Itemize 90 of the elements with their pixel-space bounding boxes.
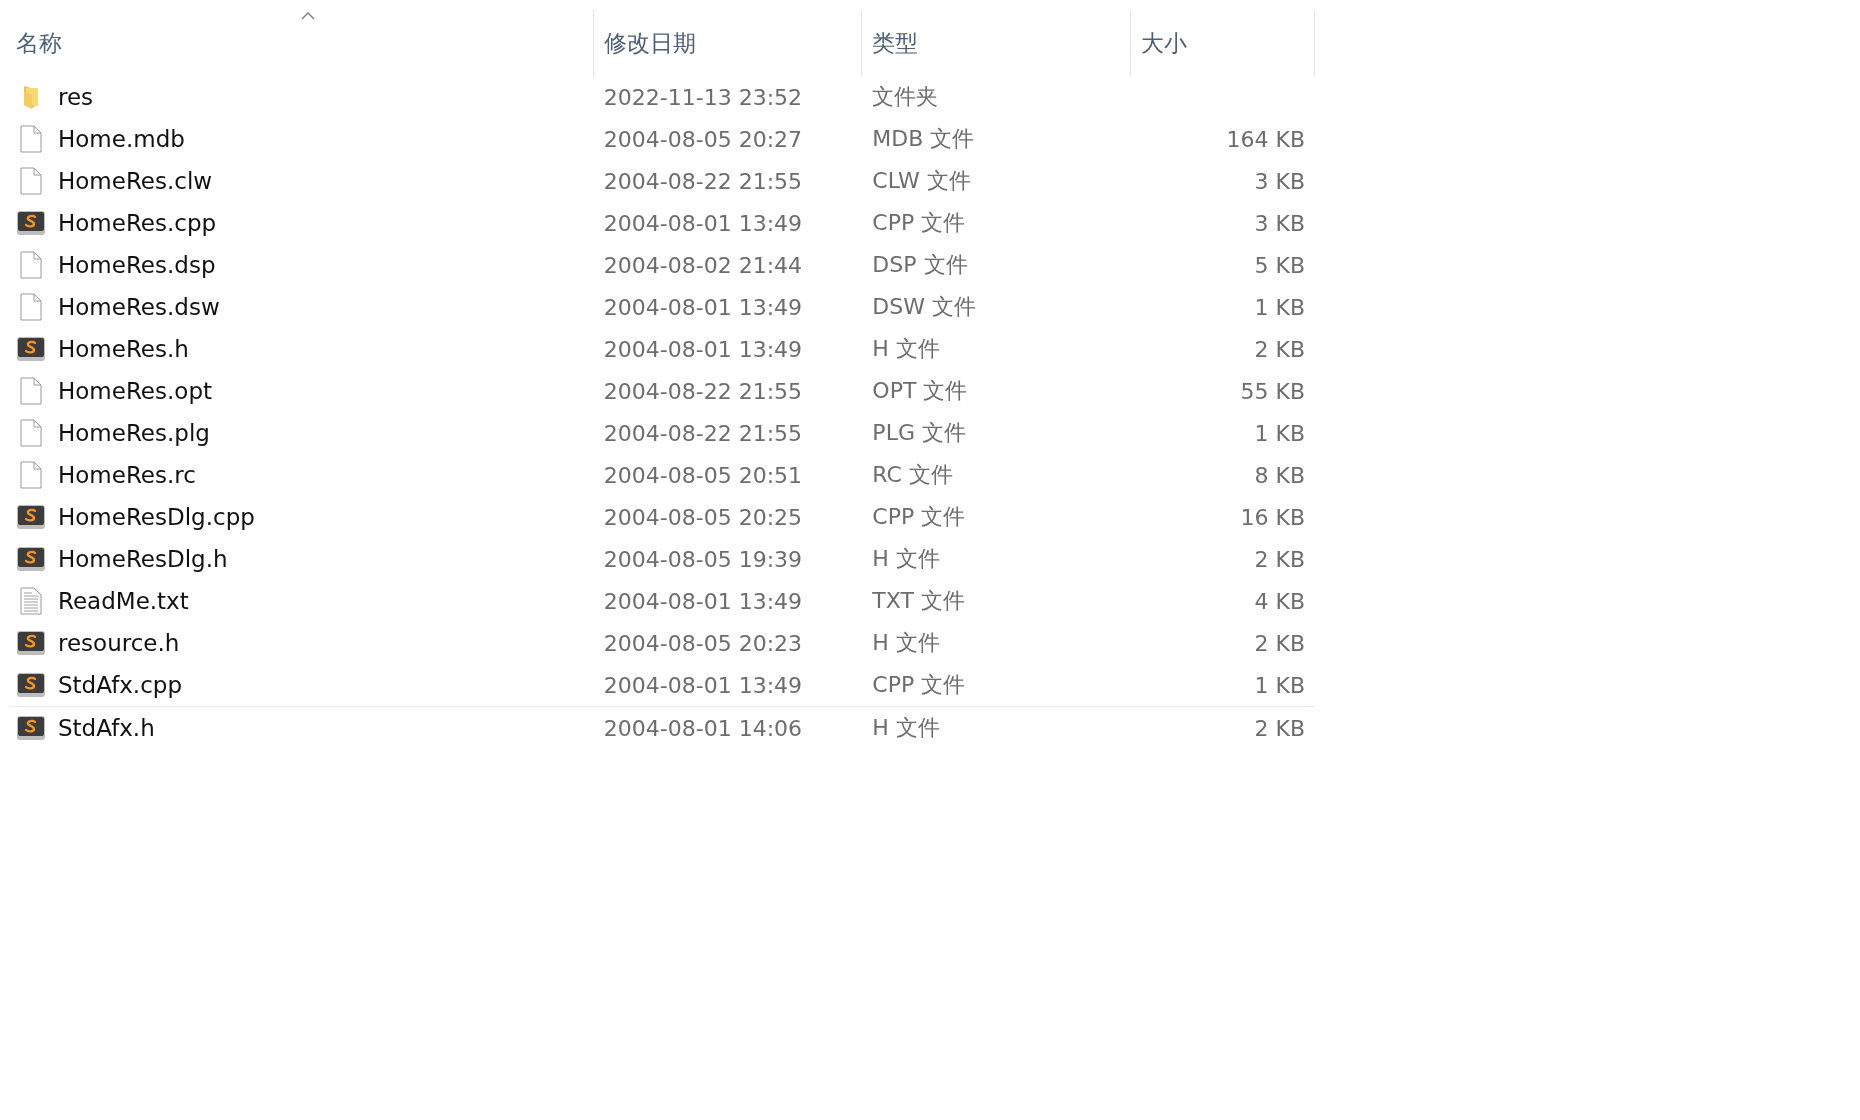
modified-date: 2004-08-05 20:23 bbox=[603, 630, 803, 656]
modified-date: 2004-08-01 13:49 bbox=[603, 588, 803, 614]
file-row[interactable]: HomeRes.dsw 2004-08-01 13:49 DSW 文件 1 KB bbox=[10, 286, 1315, 328]
file-type: RC 文件 bbox=[872, 461, 953, 489]
file-row[interactable]: HomeRes.clw 2004-08-22 21:55 CLW 文件 3 KB bbox=[10, 160, 1315, 202]
file-name: HomeRes.cpp bbox=[58, 210, 217, 236]
file-type: OPT 文件 bbox=[872, 377, 968, 405]
file-row[interactable]: res 2022-11-13 23:52 文件夹 bbox=[10, 76, 1315, 118]
file-type: PLG 文件 bbox=[872, 419, 966, 447]
file-size: 2 KB bbox=[1254, 630, 1305, 656]
file-size: 1 KB bbox=[1254, 420, 1305, 446]
file-size: 1 KB bbox=[1254, 294, 1305, 320]
file-size: 5 KB bbox=[1254, 252, 1305, 278]
file-type: CPP 文件 bbox=[872, 671, 966, 699]
column-header[interactable]: 名称 bbox=[10, 10, 594, 76]
file-name: res bbox=[58, 84, 94, 110]
file-type: CPP 文件 bbox=[872, 209, 966, 237]
file-size: 8 KB bbox=[1254, 462, 1305, 488]
column-header[interactable]: 修改日期 bbox=[593, 10, 863, 76]
file-type: MDB 文件 bbox=[872, 125, 975, 153]
modified-date: 2004-08-01 13:49 bbox=[603, 210, 803, 236]
file-type: TXT 文件 bbox=[872, 587, 965, 615]
modified-date: 2004-08-05 20:25 bbox=[603, 504, 803, 530]
file-name: HomeResDlg.cpp bbox=[58, 504, 255, 530]
file-name: Home.mdb bbox=[58, 126, 185, 152]
column-header[interactable]: 大小 bbox=[1130, 10, 1315, 76]
file-type: CPP 文件 bbox=[872, 503, 966, 531]
file-type: H 文件 bbox=[872, 714, 940, 742]
code-file-icon bbox=[16, 630, 46, 656]
file-name: ReadMe.txt bbox=[58, 588, 189, 614]
file-row[interactable]: HomeResDlg.cpp 2004-08-05 20:25 CPP 文件 16 KB bbox=[10, 496, 1315, 538]
file-name: StdAfx.h bbox=[58, 715, 155, 741]
modified-date: 2004-08-01 13:49 bbox=[603, 294, 803, 320]
modified-date: 2004-08-05 20:51 bbox=[603, 462, 803, 488]
file-type: H 文件 bbox=[872, 335, 940, 363]
code-file-icon bbox=[16, 504, 46, 530]
file-type: CLW 文件 bbox=[872, 167, 971, 195]
file-size: 1 KB bbox=[1254, 672, 1305, 698]
code-file-icon bbox=[16, 210, 46, 236]
file-row[interactable]: StdAfx.cpp 2004-08-01 13:49 CPP 文件 1 KB bbox=[10, 664, 1315, 706]
file-size: 55 KB bbox=[1240, 378, 1305, 404]
modified-date: 2004-08-01 14:06 bbox=[603, 715, 803, 741]
file-name: HomeRes.dsp bbox=[58, 252, 216, 278]
file-name: HomeRes.rc bbox=[58, 462, 196, 488]
modified-date: 2004-08-22 21:55 bbox=[603, 420, 803, 446]
file-size: 16 KB bbox=[1240, 504, 1305, 530]
file-size: 2 KB bbox=[1254, 546, 1305, 572]
file-row[interactable]: Home.mdb 2004-08-05 20:27 MDB 文件 164 KB bbox=[10, 118, 1315, 160]
modified-date: 2004-08-05 19:39 bbox=[603, 546, 803, 572]
file-size: 2 KB bbox=[1254, 715, 1305, 741]
file-row[interactable]: HomeResDlg.h 2004-08-05 19:39 H 文件 2 KB bbox=[10, 538, 1315, 580]
code-file-icon bbox=[16, 715, 46, 741]
modified-date: 2004-08-01 13:49 bbox=[603, 336, 803, 362]
file-type: H 文件 bbox=[872, 629, 940, 657]
modified-date: 2004-08-22 21:55 bbox=[603, 168, 803, 194]
file-size: 4 KB bbox=[1254, 588, 1305, 614]
file-row[interactable]: HomeRes.plg 2004-08-22 21:55 PLG 文件 1 KB bbox=[10, 412, 1315, 454]
file-name: HomeRes.h bbox=[58, 336, 189, 362]
code-file-icon bbox=[16, 546, 46, 572]
file-name: HomeResDlg.h bbox=[58, 546, 228, 572]
file-name: HomeRes.clw bbox=[58, 168, 213, 194]
file-row[interactable]: ReadMe.txt 2004-08-01 13:49 TXT 文件 4 KB bbox=[10, 580, 1315, 622]
file-row[interactable]: HomeRes.opt 2004-08-22 21:55 OPT 文件 55 KB bbox=[10, 370, 1315, 412]
file-size: 3 KB bbox=[1254, 210, 1305, 236]
file-row[interactable]: resource.h 2004-08-05 20:23 H 文件 2 KB bbox=[10, 622, 1315, 664]
column-header[interactable]: 类型 bbox=[862, 10, 1131, 76]
file-row[interactable]: HomeRes.dsp 2004-08-02 21:44 DSP 文件 5 KB bbox=[10, 244, 1315, 286]
file-row[interactable]: HomeRes.cpp 2004-08-01 13:49 CPP 文件 3 KB bbox=[10, 202, 1315, 244]
code-file-icon bbox=[16, 672, 46, 698]
code-file-icon bbox=[16, 336, 46, 362]
file-name: HomeRes.plg bbox=[58, 420, 210, 446]
modified-date: 2004-08-05 20:27 bbox=[603, 126, 803, 152]
file-type: H 文件 bbox=[872, 545, 940, 573]
file-type: DSW 文件 bbox=[872, 293, 976, 321]
file-name: HomeRes.dsw bbox=[58, 294, 220, 320]
file-type: DSP 文件 bbox=[872, 251, 968, 279]
file-name: StdAfx.cpp bbox=[58, 672, 182, 698]
file-name: HomeRes.opt bbox=[58, 378, 212, 404]
file-size: 164 KB bbox=[1226, 126, 1305, 152]
file-row[interactable]: StdAfx.h 2004-08-01 14:06 H 文件 2 KB bbox=[10, 706, 1315, 749]
file-size: 2 KB bbox=[1254, 336, 1305, 362]
file-row[interactable]: HomeRes.h 2004-08-01 13:49 H 文件 2 KB bbox=[10, 328, 1315, 370]
modified-date: 2004-08-22 21:55 bbox=[603, 378, 803, 404]
modified-date: 2004-08-01 13:49 bbox=[603, 672, 803, 698]
modified-date: 2004-08-02 21:44 bbox=[603, 252, 803, 278]
file-size: 3 KB bbox=[1254, 168, 1305, 194]
file-row[interactable]: HomeRes.rc 2004-08-05 20:51 RC 文件 8 KB bbox=[10, 454, 1315, 496]
file-type: 文件夹 bbox=[872, 83, 939, 111]
file-name: resource.h bbox=[58, 630, 180, 656]
modified-date: 2022-11-13 23:52 bbox=[603, 84, 803, 110]
